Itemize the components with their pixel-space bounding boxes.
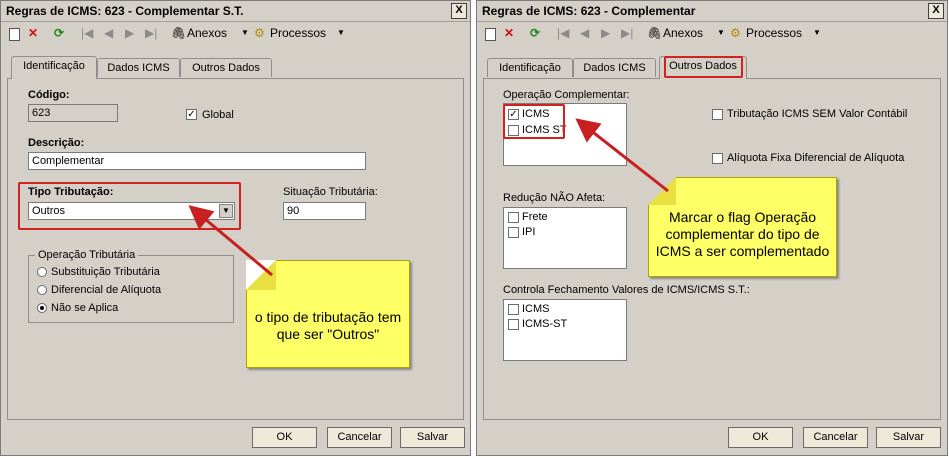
reducao-list: Frete IPI	[503, 207, 627, 269]
reducao-label: Redução NÃO Afeta:	[503, 192, 606, 204]
anexos-button[interactable]: Anexos	[663, 26, 703, 40]
controla-list: ICMS ICMS-ST	[503, 299, 627, 361]
op-complementar-label: Operação Complementar:	[503, 89, 630, 101]
left-tabstrip: Identificação Dados ICMS Outros Dados	[7, 56, 464, 79]
controla-icms-st-checkbox[interactable]	[508, 319, 519, 330]
descricao-label: Descrição:	[28, 137, 85, 149]
ipi-checkbox[interactable]	[508, 227, 519, 238]
dropdown-arrow-icon[interactable]: ▼	[717, 25, 725, 41]
radio-nao-se-aplica[interactable]	[37, 303, 47, 313]
right-note-fold	[648, 177, 676, 205]
dropdown-arrow-icon[interactable]: ▼	[241, 25, 249, 41]
right-close-button[interactable]: X	[928, 3, 944, 19]
global-label: Global	[202, 109, 234, 121]
first-icon[interactable]: |◀	[81, 25, 93, 41]
dropdown-arrow-icon[interactable]: ▼	[337, 25, 345, 41]
aliquota-fixa-label: Alíquota Fixa Diferencial de Alíquota	[727, 152, 905, 164]
descricao-field[interactable]: Complementar	[28, 152, 366, 170]
controla-icms-st-label: ICMS-ST	[522, 318, 568, 330]
right-window-title: Regras de ICMS: 623 - Complementar	[482, 4, 696, 18]
next-icon[interactable]: ▶	[125, 25, 134, 41]
new-doc-icon[interactable]	[485, 28, 496, 41]
gears-icon[interactable]: ⚙	[254, 25, 265, 41]
paperclip-icon[interactable]: 🖇	[647, 25, 662, 41]
right-toolbar: ✕ ⟳ |◀ ◀ ▶ ▶| 🖇 Anexos ▼ ⚙ Processos ▼	[477, 22, 947, 44]
tipo-tributacao-label: Tipo Tributação:	[28, 186, 114, 198]
aliquota-fixa-checkbox[interactable]	[712, 153, 723, 164]
left-titlebar: Regras de ICMS: 623 - Complementar S.T. …	[1, 1, 470, 22]
processos-button[interactable]: Processos	[270, 26, 326, 40]
radio-substituicao[interactable]	[37, 267, 47, 277]
prev-icon[interactable]: ◀	[104, 25, 113, 41]
tab-dados-icms[interactable]: Dados ICMS	[573, 58, 656, 77]
save-button[interactable]: Salvar	[400, 427, 465, 448]
controla-icms-checkbox[interactable]	[508, 304, 519, 315]
delete-icon[interactable]: ✕	[504, 25, 514, 41]
last-icon[interactable]: ▶|	[621, 25, 633, 41]
radio-substituicao-label: Substituição Tributária	[51, 266, 160, 278]
dropdown-arrow-icon[interactable]: ▼	[813, 25, 821, 41]
radio-diferencial-label: Diferencial de Alíquota	[51, 284, 162, 296]
save-button[interactable]: Salvar	[876, 427, 941, 448]
operacao-tributaria-legend: Operação Tributária	[35, 249, 139, 261]
controla-label: Controla Fechamento Valores de ICMS/ICMS…	[503, 284, 750, 296]
situacao-field[interactable]: 90	[283, 202, 366, 220]
outros-dados-highlight-box	[664, 56, 743, 78]
global-checkbox[interactable]: ✓	[186, 109, 197, 120]
refresh-icon[interactable]: ⟳	[54, 25, 64, 41]
ok-button[interactable]: OK	[252, 427, 317, 448]
next-icon[interactable]: ▶	[601, 25, 610, 41]
radio-nao-se-aplica-label: Não se Aplica	[51, 302, 119, 314]
processos-button[interactable]: Processos	[746, 26, 802, 40]
left-tab-panel: Código: 623 ✓ Global Descrição: Compleme…	[7, 78, 464, 420]
op-complementar-highlight-box	[503, 104, 565, 139]
tab-identificacao[interactable]: Identificação	[487, 58, 573, 77]
prev-icon[interactable]: ◀	[580, 25, 589, 41]
frete-checkbox[interactable]	[508, 212, 519, 223]
left-window-title: Regras de ICMS: 623 - Complementar S.T.	[6, 4, 244, 18]
refresh-icon[interactable]: ⟳	[530, 25, 540, 41]
right-titlebar: Regras de ICMS: 623 - Complementar X	[477, 1, 947, 22]
trib-sem-valor-label: Tributação ICMS SEM Valor Contábil	[727, 108, 908, 120]
left-close-button[interactable]: X	[451, 3, 467, 19]
left-callout-text: o tipo de tributação tem que ser "Outros…	[254, 309, 402, 342]
trib-sem-valor-checkbox[interactable]	[712, 109, 723, 120]
cancel-button[interactable]: Cancelar	[327, 427, 392, 448]
delete-icon[interactable]: ✕	[28, 25, 38, 41]
tab-dados-icms[interactable]: Dados ICMS	[97, 58, 180, 77]
anexos-button[interactable]: Anexos	[187, 26, 227, 40]
right-callout-note: Marcar o flag Operação complementar do t…	[648, 177, 837, 277]
chevron-down-icon[interactable]: ▼	[219, 204, 233, 218]
frete-label: Frete	[522, 211, 548, 223]
codigo-field: 623	[28, 104, 118, 122]
tab-outros-dados[interactable]: Outros Dados	[180, 58, 272, 77]
ipi-label: IPI	[522, 226, 536, 238]
left-window: Regras de ICMS: 623 - Complementar S.T. …	[0, 0, 471, 456]
controla-icms-label: ICMS	[522, 303, 550, 315]
last-icon[interactable]: ▶|	[145, 25, 157, 41]
gears-icon[interactable]: ⚙	[730, 25, 741, 41]
new-doc-icon[interactable]	[9, 28, 20, 41]
right-tabstrip: Identificação Dados ICMS Outros Dados	[483, 56, 941, 79]
ok-button[interactable]: OK	[728, 427, 793, 448]
situacao-label: Situação Tributária:	[283, 186, 378, 198]
left-note-fold	[246, 260, 276, 290]
radio-diferencial[interactable]	[37, 285, 47, 295]
codigo-label: Código:	[28, 89, 70, 101]
tab-identificacao[interactable]: Identificação	[11, 56, 97, 79]
cancel-button[interactable]: Cancelar	[803, 427, 868, 448]
tipo-tributacao-value: Outros	[32, 205, 66, 217]
right-callout-text: Marcar o flag Operação complementar do t…	[655, 209, 830, 259]
left-toolbar: ✕ ⟳ |◀ ◀ ▶ ▶| 🖇 Anexos ▼ ⚙ Processos ▼	[1, 22, 470, 44]
paperclip-icon[interactable]: 🖇	[171, 25, 186, 41]
first-icon[interactable]: |◀	[557, 25, 569, 41]
tipo-tributacao-select[interactable]: Outros ▼	[28, 202, 235, 220]
operacao-tributaria-group: Operação Tributária Substituição Tributá…	[28, 249, 234, 323]
